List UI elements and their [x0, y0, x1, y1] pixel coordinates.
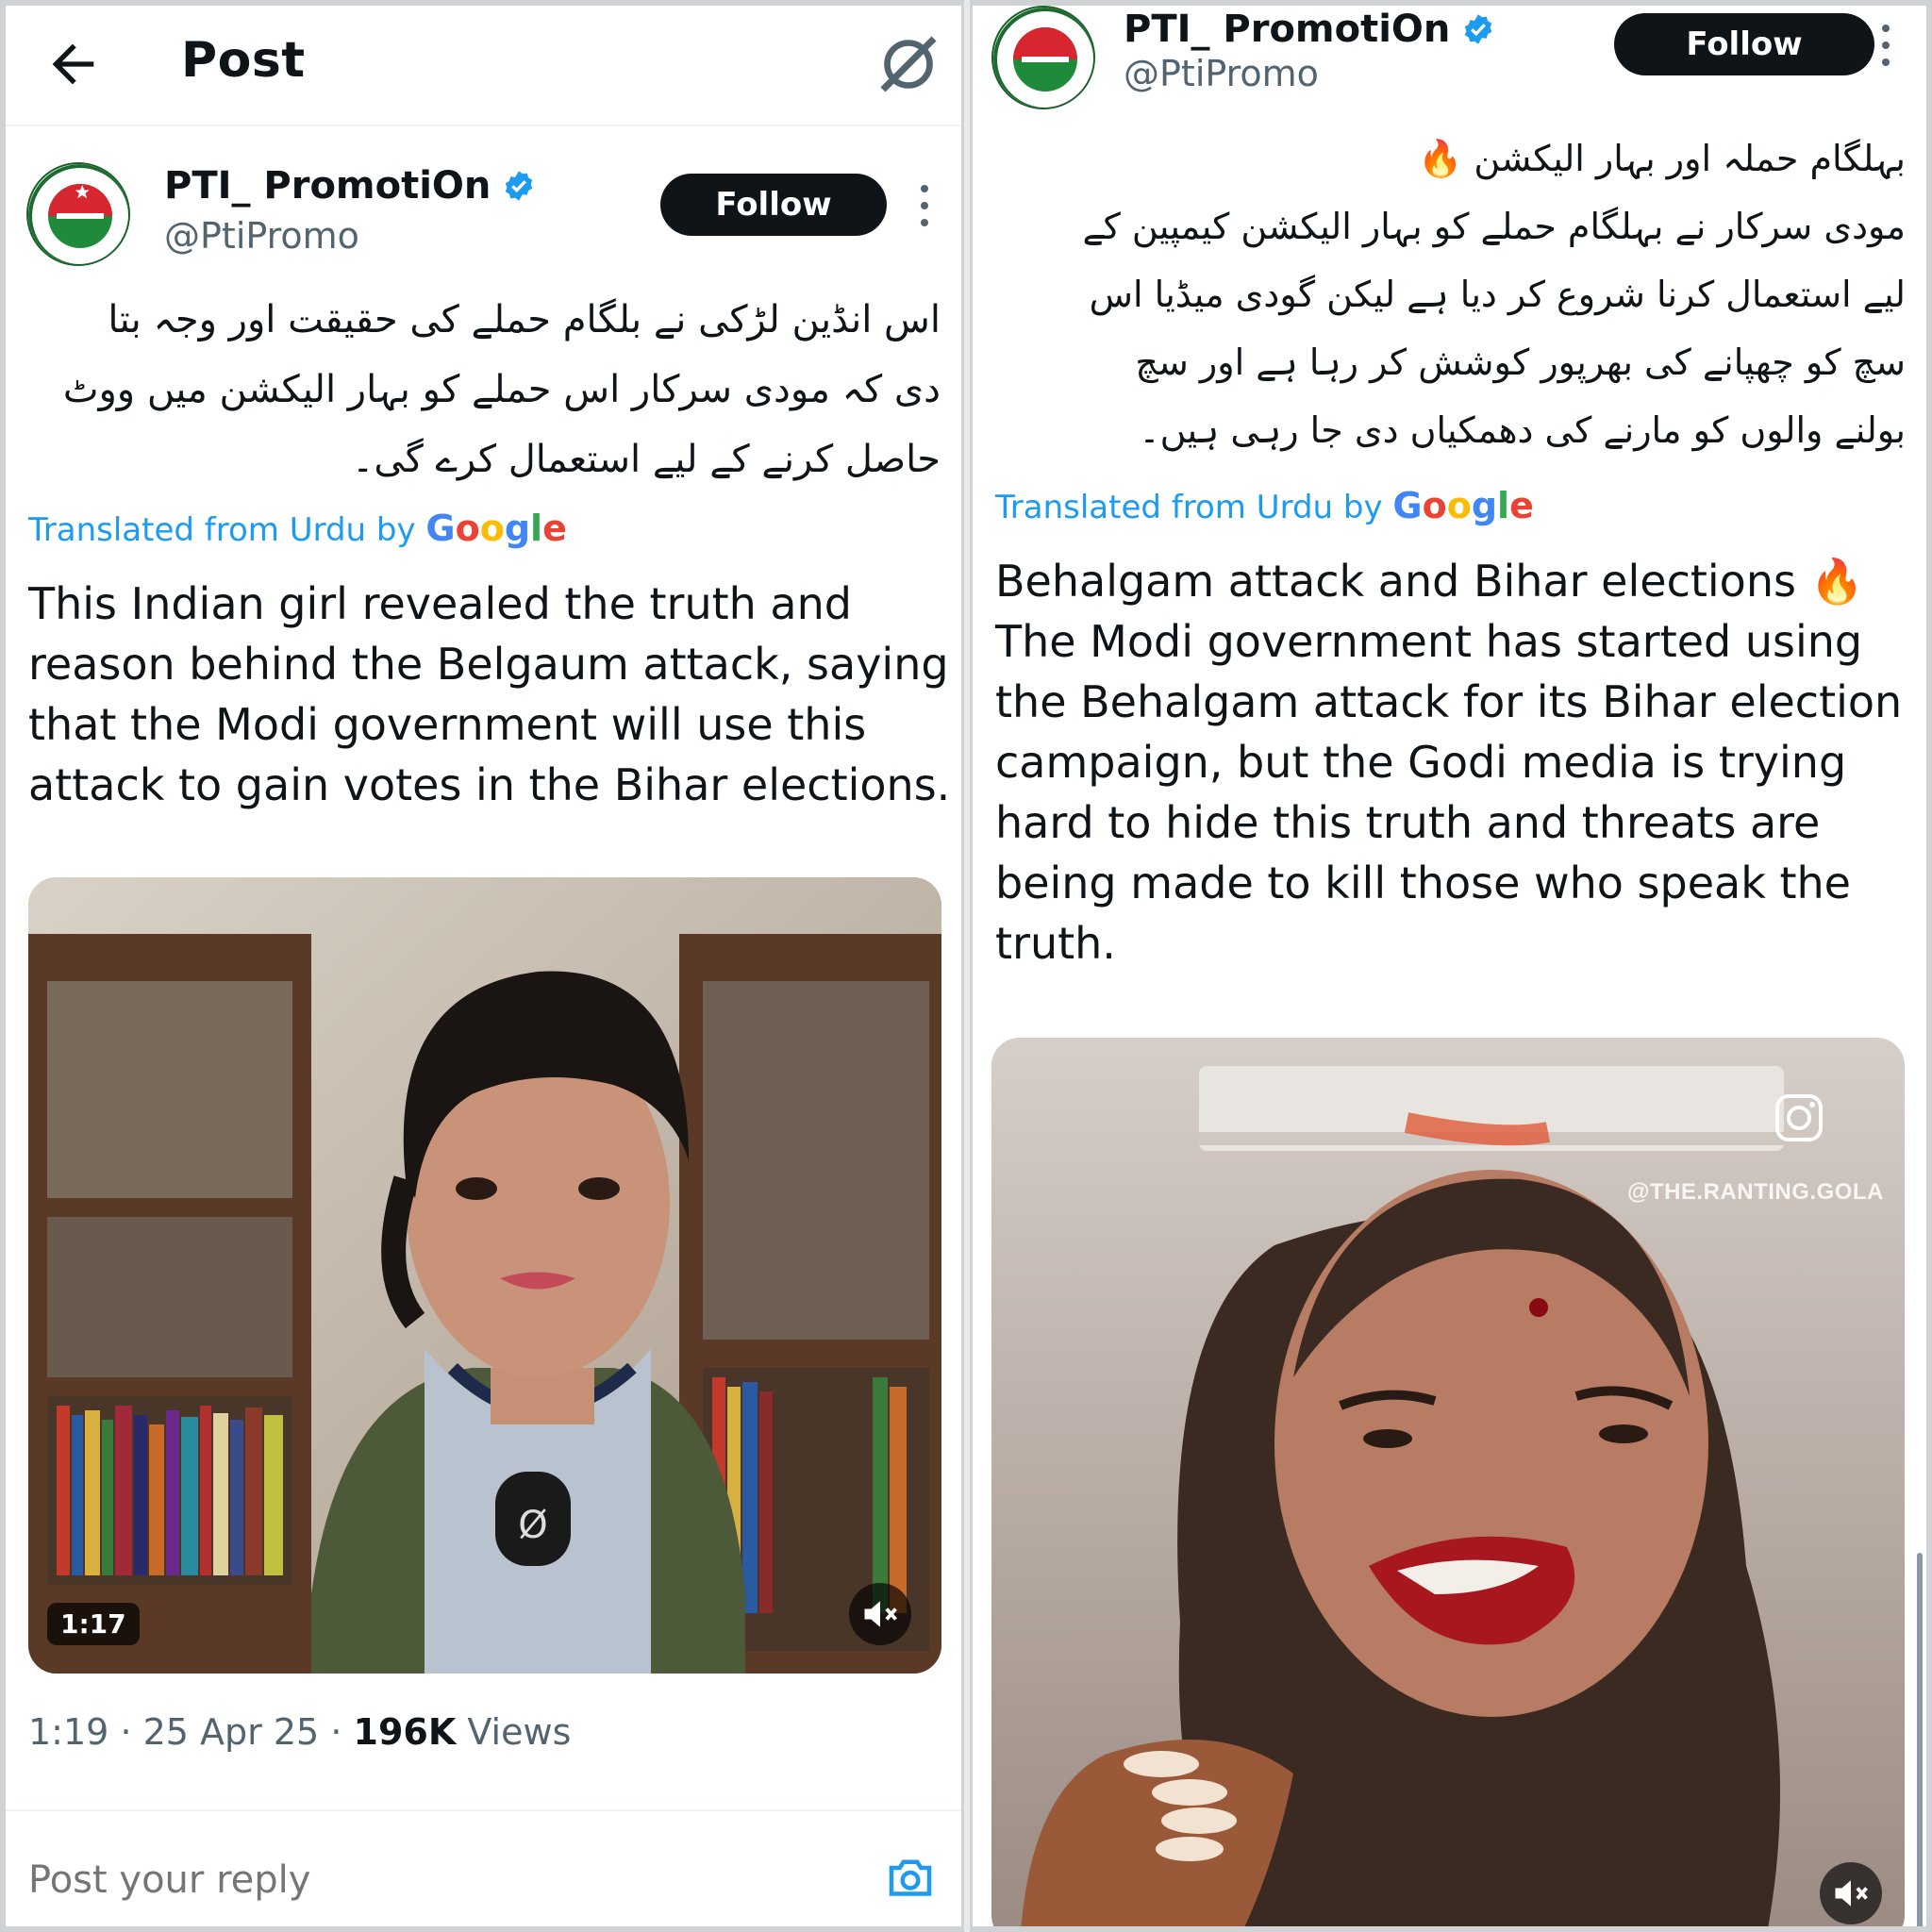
translation-line: campaign, but the Godi media is trying [995, 737, 1847, 788]
page-title: Post [181, 32, 306, 89]
translation-line: truth. [995, 918, 1116, 969]
translated-prefix: Translated from Urdu by [995, 489, 1383, 526]
views-label: Views [467, 1711, 572, 1753]
google-logo: Google [425, 508, 567, 549]
urdu-line: حاصل کرنے کے لیے استعمال کرے گی۔ [351, 438, 941, 481]
post-time: 1:19 [28, 1711, 109, 1753]
author-name[interactable]: PTI_ PromotiOn [164, 164, 536, 208]
author-avatar[interactable] [991, 6, 1095, 109]
translation-line: This Indian girl revealed the truth and [28, 578, 852, 629]
urdu-line: بولنے والوں کو مارنے کی دھمکیاں دی جا رہ… [1139, 409, 1906, 451]
translated-post-text: Behalgam attack and Bihar elections 🔥 Th… [995, 551, 1920, 974]
urdu-line: بہلگام حملہ اور بہار الیکشن 🔥 [1418, 138, 1906, 179]
video-player[interactable]: @THE.RANTING.GOLA [991, 1038, 1905, 1926]
author-handle[interactable]: @PtiPromo [1124, 53, 1319, 94]
camera-icon[interactable] [882, 1849, 939, 1906]
translated-post-text: This Indian girl revealed the truth and … [28, 574, 953, 815]
translated-from-label[interactable]: Translated from Urdu by Google [28, 508, 567, 549]
right-post-screen: PTI_ PromotiOn @PtiPromo Follow بہلگام ح… [970, 0, 1932, 1932]
verified-badge-icon [506, 171, 533, 201]
mic-brand-label: Ø [518, 1504, 547, 1547]
follow-button[interactable]: Follow [660, 174, 887, 236]
left-post-screen: Post PTI_ PromotiOn @PtiPromo Follow اس … [0, 0, 964, 1932]
author-name-text: PTI_ PromotiOn [1124, 8, 1451, 51]
reply-bar [6, 1809, 961, 1926]
mute-toggle[interactable] [849, 1583, 911, 1645]
translated-prefix: Translated from Urdu by [28, 511, 416, 549]
post-metadata: 1:19 · 25 Apr 25 · 196K Views [28, 1711, 572, 1753]
translation-line: being made to kill those who speak the [995, 858, 1851, 908]
follow-button[interactable]: Follow [1614, 13, 1874, 75]
instagram-watermark: @THE.RANTING.GOLA [1627, 1179, 1884, 1205]
scrollbar[interactable] [1917, 1553, 1923, 1926]
more-options-icon[interactable] [1878, 25, 1893, 66]
mute-toggle[interactable] [1820, 1862, 1882, 1924]
muted-speaker-icon [864, 1601, 897, 1627]
urdu-post-text: بہلگام حملہ اور بہار الیکشن 🔥 مودی سرکار… [981, 125, 1907, 464]
more-options-icon[interactable] [917, 185, 932, 226]
urdu-line: دی کہ مودی سرکار اس حملے کو بہار الیکشن … [62, 368, 941, 411]
translation-line: The Modi government has started using [995, 616, 1863, 667]
author-name[interactable]: PTI_ PromotiOn [1124, 8, 1495, 51]
view-count: 196K [353, 1711, 457, 1753]
video-frame-image [991, 1038, 1905, 1926]
muted-speaker-icon [1835, 1880, 1868, 1907]
urdu-line: اس انڈین لڑکی نے بلگام حملے کی حقیقت اور… [108, 298, 941, 341]
translation-line: that the Modi government will use this [28, 699, 867, 750]
author-name-text: PTI_ PromotiOn [164, 164, 491, 208]
post-date: 25 Apr 25 [142, 1711, 320, 1753]
urdu-line: لیے استعمال کرنا شروع کر دیا ہے لیکن گود… [1089, 274, 1906, 315]
translated-from-label[interactable]: Translated from Urdu by Google [995, 485, 1534, 526]
translation-line: the Behalgam attack for its Bihar electi… [995, 676, 1903, 727]
urdu-post-text: اس انڈین لڑکی نے بلگام حملے کی حقیقت اور… [16, 285, 941, 494]
translation-line: attack to gain votes in the Bihar electi… [28, 759, 951, 810]
translation-line: hard to hide this truth and threats are [995, 797, 1821, 848]
translation-line: reason behind the Belgaum attack, saying [28, 639, 949, 690]
author-handle[interactable]: @PtiPromo [164, 215, 359, 257]
video-duration-badge: 1:17 [47, 1603, 140, 1645]
grok-icon[interactable] [874, 30, 942, 98]
urdu-line: سچ کو چھپانے کی بھرپور کوشش کر رہا ہے او… [1135, 341, 1906, 383]
google-logo: Google [1392, 485, 1534, 526]
back-arrow-icon[interactable] [43, 34, 104, 94]
urdu-line: مودی سرکار نے بہلگام حملے کو بہار الیکشن… [1082, 206, 1907, 247]
translation-line: Behalgam attack and Bihar elections 🔥 [995, 556, 1864, 607]
video-player[interactable]: Ø 1:17 [28, 877, 941, 1674]
reply-input[interactable] [28, 1858, 689, 1902]
video-frame-image: Ø [28, 877, 941, 1674]
verified-badge-icon [1465, 14, 1492, 44]
author-avatar[interactable] [26, 162, 130, 266]
top-bar: Post [6, 6, 961, 126]
